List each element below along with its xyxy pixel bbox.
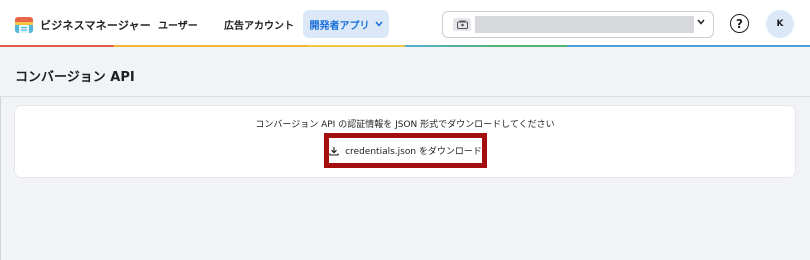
account-icon	[453, 18, 471, 31]
account-name-redacted	[475, 16, 694, 33]
help-icon: ?	[736, 16, 743, 31]
nav-item-users[interactable]: ユーザー	[158, 17, 198, 32]
nav-item-developer-apps-label: 開発者アプリ	[309, 20, 370, 32]
download-icon	[329, 146, 339, 156]
download-credentials-button[interactable]: credentials.json をダウンロード	[324, 133, 487, 168]
top-navigation-bar: ビジネスマネージャー ユーザー 広告アカウント 開発者アプリ ? K	[0, 0, 810, 46]
download-card: コンバージョン API の認証情報を JSON 形式でダウンロードしてください …	[15, 106, 795, 177]
business-manager-logo-icon	[15, 17, 33, 33]
nav-item-ad-accounts[interactable]: 広告アカウント	[224, 17, 294, 32]
avatar[interactable]: K	[766, 10, 794, 38]
page-title: コンバージョン API	[15, 70, 135, 85]
brand-name[interactable]: ビジネスマネージャー	[40, 17, 151, 33]
nav-item-developer-apps[interactable]: 開発者アプリ	[303, 10, 389, 38]
download-button-label: credentials.json をダウンロード	[345, 147, 482, 157]
account-selector[interactable]	[442, 11, 714, 38]
page-header: コンバージョン API	[0, 47, 810, 97]
chevron-down-icon	[374, 20, 383, 29]
avatar-initial: K	[776, 19, 784, 29]
card-description: コンバージョン API の認証情報を JSON 形式でダウンロードしてください	[255, 120, 555, 130]
chevron-down-icon	[697, 18, 705, 28]
help-button[interactable]: ?	[730, 14, 749, 33]
